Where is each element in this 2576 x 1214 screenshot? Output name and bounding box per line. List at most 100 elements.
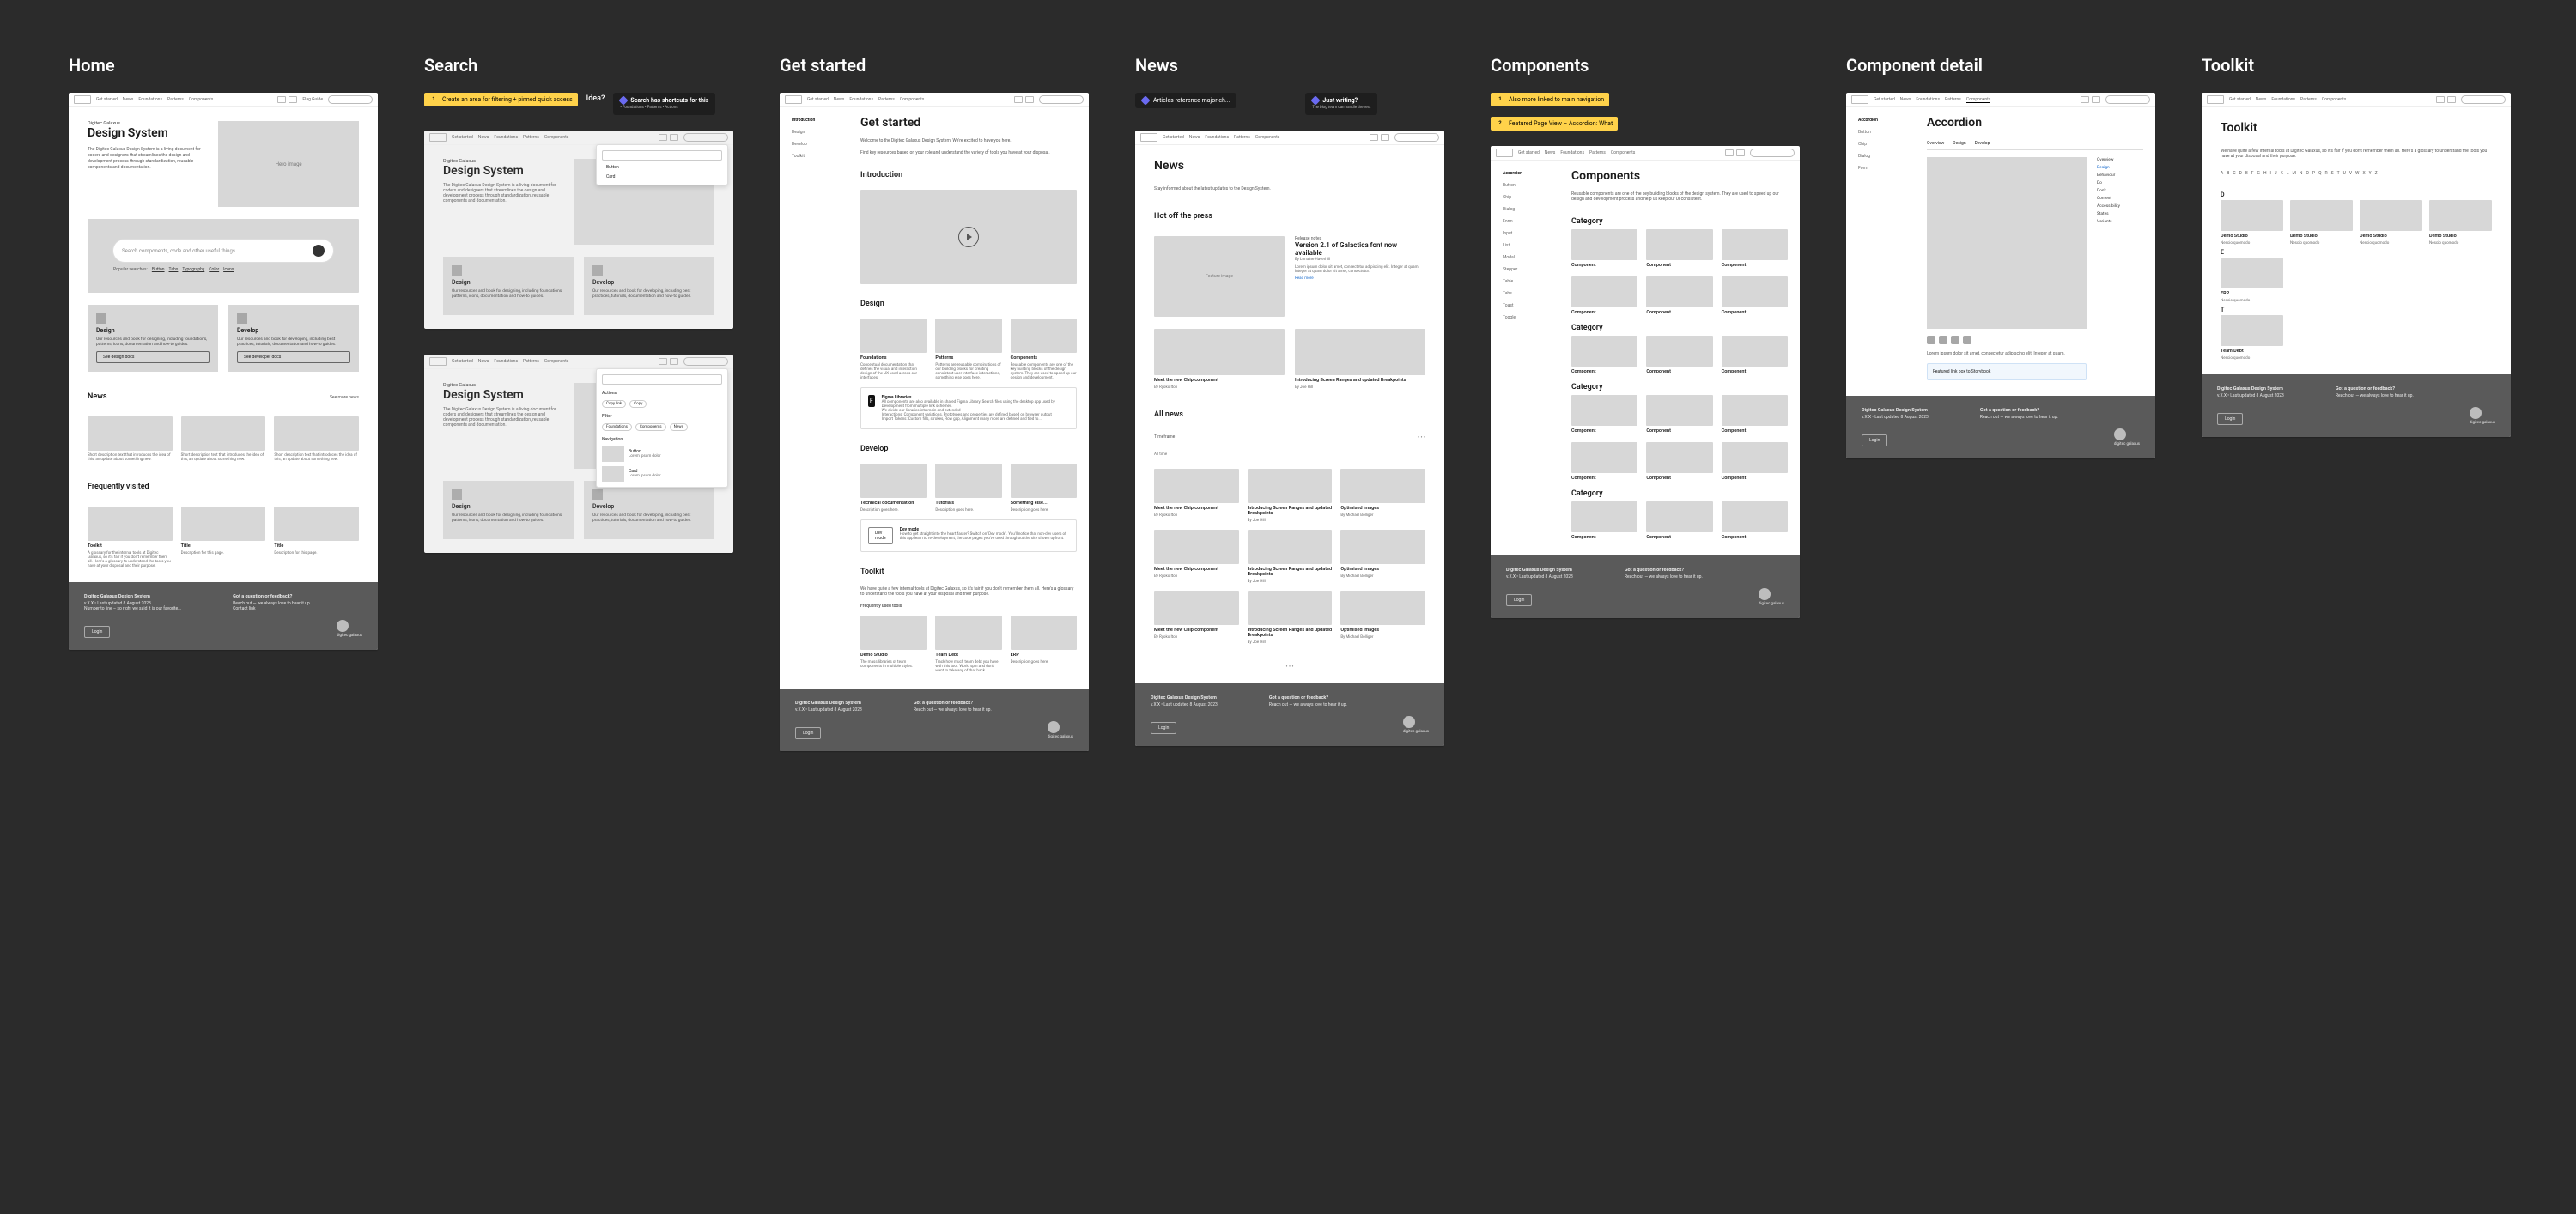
alpha-letter[interactable]: U	[2343, 171, 2346, 176]
news-card[interactable]: Meet the new Chip componentBy Ryoko Itoh	[1154, 591, 1239, 645]
nav-item[interactable]: News	[123, 97, 134, 102]
sidebar-item[interactable]: Dialog	[1503, 205, 1559, 214]
annotation-sticky[interactable]: 2Featured Page View – Accordion: What	[1491, 117, 1618, 131]
component-card[interactable]: Component	[1646, 229, 1712, 268]
filter-pill[interactable]: Copy link	[602, 400, 626, 408]
header-search[interactable]	[2105, 95, 2150, 104]
news-card[interactable]: Introducing Screen Ranges and updated Br…	[1248, 591, 1333, 645]
alpha-letter[interactable]: F	[2251, 171, 2254, 176]
component-card[interactable]: Component	[1571, 395, 1637, 434]
header-search[interactable]	[1750, 149, 1795, 157]
popular-link[interactable]: Tabs	[169, 267, 179, 272]
news-more-link[interactable]: See more news	[330, 395, 359, 400]
toc-item[interactable]: Overview	[2097, 157, 2143, 163]
tab[interactable]: Design	[1953, 138, 1965, 149]
sidebar-item[interactable]: Form	[1858, 164, 1915, 173]
tile-cta[interactable]: See design docs	[96, 351, 210, 363]
filter-pill[interactable]: Components	[635, 423, 666, 431]
component-card[interactable]: Component	[1571, 229, 1637, 268]
tool-card[interactable]: ERPDescription goes here.	[1011, 616, 1077, 673]
nav-item[interactable]: Components	[189, 97, 214, 102]
login-button[interactable]: Login	[1506, 594, 1532, 606]
alpha-letter[interactable]: P	[2312, 171, 2315, 176]
sidebar-item[interactable]: Input	[1503, 229, 1559, 238]
toc-item[interactable]: Don't	[2097, 188, 2143, 194]
news-card[interactable]: Meet the new Chip componentBy Ryoko Itoh	[1154, 329, 1285, 390]
fv-card[interactable]: TitleDescription for this page.	[274, 507, 359, 568]
header-search[interactable]	[328, 95, 373, 104]
alpha-letter[interactable]: K	[2281, 171, 2283, 176]
tool-card[interactable]: Team DebtNescio quomodo	[2221, 315, 2283, 361]
header-search[interactable]	[1394, 133, 1439, 142]
alpha-letter[interactable]: Z	[2375, 171, 2378, 176]
sidebar-item[interactable]: Dialog	[1858, 152, 1915, 161]
component-card[interactable]: Component	[1722, 276, 1788, 315]
component-card[interactable]: Component	[1646, 276, 1712, 315]
alpha-letter[interactable]: X	[2362, 171, 2365, 176]
sidebar-item[interactable]: Accordion	[1503, 169, 1559, 178]
develop-tile[interactable]: Develop Our resources and book for devel…	[228, 305, 359, 372]
sidebar-item[interactable]: Button	[1503, 181, 1559, 190]
header-search[interactable]	[683, 357, 728, 366]
toc-item[interactable]: Design	[2097, 165, 2143, 171]
component-card[interactable]: Component	[1722, 395, 1788, 434]
develop-card[interactable]: TutorialsDescription goes here.	[935, 464, 1001, 513]
logo[interactable]	[2207, 95, 2224, 104]
tab[interactable]: Develop	[1975, 138, 1990, 149]
annotation-dark[interactable]: Search has shortcuts for this • Foundati…	[613, 93, 715, 115]
alpha-letter[interactable]: Y	[2369, 171, 2372, 176]
login-button[interactable]: Login	[1862, 434, 1887, 446]
design-card[interactable]: ComponentsReusable components are one of…	[1011, 319, 1077, 380]
sidebar-item[interactable]: Accordion	[1858, 116, 1915, 124]
tool-card[interactable]: Demo StudioThe mass libraries of team co…	[860, 616, 927, 673]
search-go-button[interactable]	[313, 245, 325, 257]
tool-card[interactable]: Demo StudioNescio quomodo	[2429, 200, 2492, 246]
component-card[interactable]: Component	[1571, 442, 1637, 481]
search-result[interactable]: Card	[602, 174, 722, 179]
filter-pill[interactable]: Copy	[629, 400, 647, 408]
pagination-dots[interactable]: • • •	[1154, 664, 1425, 670]
login-button[interactable]: Login	[84, 626, 110, 638]
tool-card[interactable]: Demo StudioNescio quomodo	[2221, 200, 2283, 246]
login-button[interactable]: Login	[795, 727, 821, 739]
alpha-letter[interactable]: N	[2300, 171, 2303, 176]
flag-guide-link[interactable]: Flag Guide	[302, 97, 323, 102]
timeframe-value[interactable]: All time	[1154, 452, 1425, 457]
component-card[interactable]: Component	[1646, 501, 1712, 540]
component-card[interactable]: Component	[1571, 501, 1637, 540]
toc-item[interactable]: Behaviour	[2097, 173, 2143, 179]
news-card[interactable]: Introducing Screen Ranges and updated Br…	[1248, 530, 1333, 584]
popover-search-input[interactable]	[602, 150, 722, 161]
tab[interactable]: Overview	[1927, 138, 1944, 149]
alpha-letter[interactable]: E	[2245, 171, 2248, 176]
sidebar-item[interactable]: Toolkit	[792, 152, 848, 161]
sidebar-item[interactable]: Introduction	[792, 116, 848, 124]
alpha-letter[interactable]: Q	[2318, 171, 2321, 176]
annotation-sticky[interactable]: 1Create an area for filtering + pinned q…	[424, 93, 578, 106]
header-search[interactable]	[683, 133, 728, 142]
news-card[interactable]: Meet the new Chip componentBy Ryoko Itoh	[1154, 530, 1239, 584]
alpha-letter[interactable]: S	[2331, 171, 2334, 176]
news-card[interactable]: Meet the new Chip componentBy Ryoko Itoh	[1154, 469, 1239, 523]
nav-item[interactable]: Foundations	[138, 97, 162, 102]
alpha-letter[interactable]: J	[2275, 171, 2277, 176]
alpha-letter[interactable]: R	[2325, 171, 2328, 176]
login-button[interactable]: Login	[2217, 413, 2243, 425]
design-card[interactable]: PatternsPatterns are reusable combinatio…	[935, 319, 1001, 380]
annotation-dark[interactable]: Just writing?The blog team can handle th…	[1305, 93, 1377, 115]
sidebar-item[interactable]: Button	[1858, 128, 1915, 137]
component-card[interactable]: Component	[1722, 501, 1788, 540]
fv-card[interactable]: TitleDescription for this page.	[181, 507, 266, 568]
search-result[interactable]: CardLorem ipsum dolor	[602, 466, 722, 482]
popular-link[interactable]: Button	[152, 267, 165, 272]
component-card[interactable]: Component	[1646, 336, 1712, 374]
sidebar-item[interactable]: Table	[1503, 277, 1559, 286]
alpha-letter[interactable]: O	[2306, 171, 2308, 176]
logo[interactable]	[74, 95, 91, 104]
component-card[interactable]: Component	[1571, 336, 1637, 374]
filter-pill[interactable]: Foundations	[602, 423, 632, 431]
sidebar-item[interactable]: Toast	[1503, 301, 1559, 310]
alpha-letter[interactable]: C	[2233, 171, 2235, 176]
component-card[interactable]: Component	[1646, 442, 1712, 481]
fv-card[interactable]: ToolkitA glossary for the internal tools…	[88, 507, 173, 568]
